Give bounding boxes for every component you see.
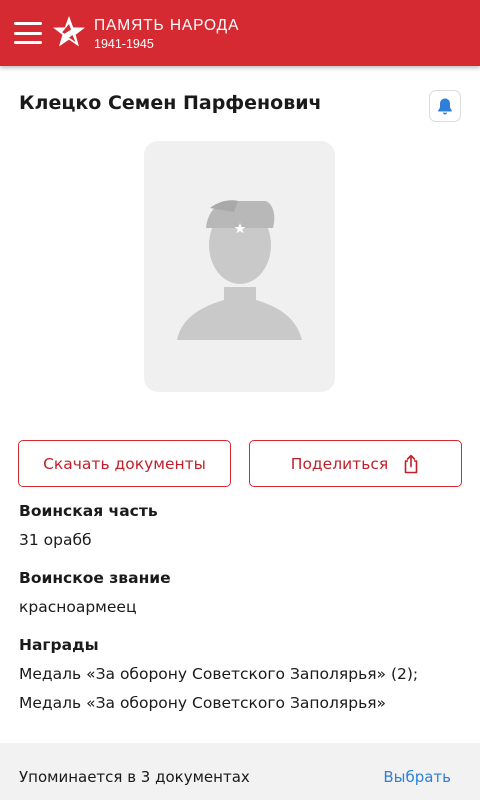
share-label: Поделиться (290, 454, 389, 473)
person-photo-placeholder (144, 141, 335, 392)
red-star-logo-icon[interactable] (52, 15, 86, 49)
download-documents-button[interactable]: Скачать документы (18, 440, 231, 487)
award-item: Медаль «За оборону Советского Заполярья» (19, 694, 387, 712)
military-rank-label: Воинское звание (19, 569, 171, 587)
bell-icon (438, 98, 452, 114)
person-name: Клецко Семен Парфенович (19, 92, 322, 114)
military-unit-value: 31 орабб (19, 531, 92, 549)
documents-footer: Упоминается в 3 документах Выбрать (0, 743, 480, 800)
share-button[interactable]: Поделиться (249, 440, 462, 487)
brand-years: 1941-1945 (94, 37, 154, 51)
awards-label: Награды (19, 636, 99, 654)
soldier-silhouette-icon (177, 200, 302, 340)
mentions-count: Упоминается в 3 документах (19, 768, 250, 786)
hamburger-menu-icon[interactable] (14, 22, 42, 44)
award-item: Медаль «За оборону Советского Заполярья»… (19, 665, 419, 683)
military-unit-label: Воинская часть (19, 502, 158, 520)
subscribe-button[interactable] (429, 90, 461, 122)
choose-documents-link[interactable]: Выбрать (383, 768, 451, 786)
app-header: ПАМЯТЬ НАРОДА 1941-1945 (0, 0, 480, 66)
download-documents-label: Скачать документы (43, 454, 206, 473)
share-icon (404, 454, 418, 473)
brand-title: ПАМЯТЬ НАРОДА (94, 17, 240, 34)
military-rank-value: красноармеец (19, 598, 137, 616)
